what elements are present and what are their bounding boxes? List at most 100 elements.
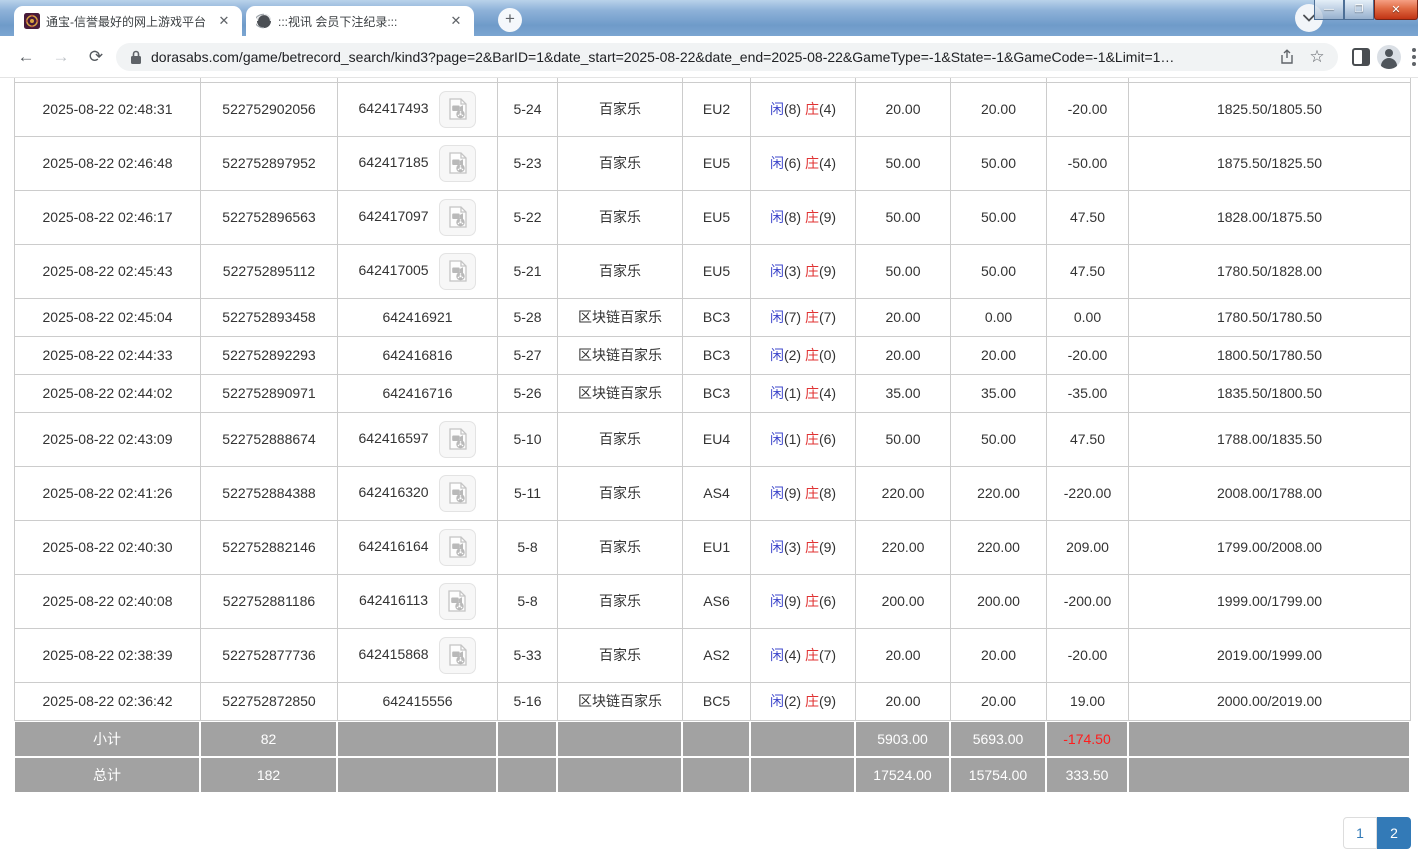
window-minimize-button[interactable]: —: [1314, 0, 1344, 20]
window-close-button[interactable]: ✕: [1374, 0, 1418, 20]
table-code-cell: AS4: [683, 466, 751, 520]
game-no-cell: 642416816: [338, 336, 498, 374]
bet-id-cell: 522752888674: [201, 412, 338, 466]
bet-time-cell: 2025-08-22 02:46:48: [15, 136, 201, 190]
balance-cell: 2019.00/1999.00: [1129, 628, 1411, 682]
bet-amount-cell[interactable]: 20.00: [856, 82, 951, 136]
total-row-cell: [337, 757, 497, 793]
bet-amount-cell[interactable]: 35.00: [856, 374, 951, 412]
bet-record-row: 2025-08-22 02:40:30522752882146642416164…: [15, 520, 1411, 574]
bet-time-cell: 2025-08-22 02:43:09: [15, 412, 201, 466]
tab-close-icon[interactable]: ✕: [448, 13, 464, 29]
back-button[interactable]: ←: [14, 45, 38, 69]
total-row-valid-sum-cell: 15754.00: [950, 757, 1046, 793]
page-button-2[interactable]: 2: [1377, 817, 1411, 849]
bet-amount-cell[interactable]: 220.00: [856, 466, 951, 520]
url-text: dorasabs.com/game/betrecord_search/kind3…: [151, 49, 1268, 65]
bet-time-cell: 2025-08-22 02:45:43: [15, 244, 201, 298]
bet-amount-cell[interactable]: 50.00: [856, 136, 951, 190]
video-file-icon: [446, 205, 470, 229]
win-loss-cell: -220.00: [1047, 466, 1129, 520]
table-no-cell: 5-24: [498, 82, 558, 136]
valid-amount-cell: 220.00: [951, 520, 1047, 574]
bet-record-row: 2025-08-22 02:46:17522752896563642417097…: [15, 190, 1411, 244]
tongbao-favicon-icon: [24, 13, 40, 29]
page-button-1[interactable]: 1: [1343, 817, 1377, 849]
bet-id-cell: 522752877736: [201, 628, 338, 682]
reload-button[interactable]: ⟳: [84, 45, 108, 69]
forward-button[interactable]: →: [49, 45, 73, 69]
video-replay-button[interactable]: [439, 475, 476, 512]
total-row: 总计18217524.0015754.00333.50: [14, 757, 1410, 793]
result-cell: 闲(3) 庄(9): [751, 520, 856, 574]
video-replay-button[interactable]: [439, 583, 476, 620]
game-name-cell: 区块链百家乐: [558, 298, 683, 336]
video-replay-button[interactable]: [439, 529, 476, 566]
bet-amount-cell[interactable]: 220.00: [856, 520, 951, 574]
bet-amount-cell[interactable]: 20.00: [856, 336, 951, 374]
table-no-cell: 5-10: [498, 412, 558, 466]
video-replay-button[interactable]: [439, 253, 476, 290]
video-file-icon: [445, 589, 469, 613]
table-no-cell: 5-23: [498, 136, 558, 190]
valid-amount-cell: 35.00: [951, 374, 1047, 412]
valid-amount-cell: 200.00: [951, 574, 1047, 628]
video-replay-button[interactable]: [439, 421, 476, 458]
balance-cell: 1828.00/1875.50: [1129, 190, 1411, 244]
total-row-cell: [557, 757, 682, 793]
bet-id-cell: 522752872850: [201, 682, 338, 720]
table-no-cell: 5-27: [498, 336, 558, 374]
table-no-cell: 5-33: [498, 628, 558, 682]
game-no-cell: 642417005: [338, 244, 498, 298]
side-panel-icon[interactable]: [1352, 48, 1370, 66]
table-code-cell: EU5: [683, 244, 751, 298]
game-no-cell: 642417185: [338, 136, 498, 190]
video-replay-button[interactable]: [439, 145, 476, 182]
game-no-cell: 642415556: [338, 682, 498, 720]
table-no-cell: 5-21: [498, 244, 558, 298]
video-replay-button[interactable]: [439, 91, 476, 128]
game-name-cell: 百家乐: [558, 574, 683, 628]
game-name-cell: 百家乐: [558, 82, 683, 136]
browser-menu-icon[interactable]: [1412, 48, 1416, 66]
tab-close-icon[interactable]: ✕: [216, 13, 232, 29]
new-tab-button[interactable]: +: [498, 8, 522, 32]
bet-amount-cell[interactable]: 20.00: [856, 298, 951, 336]
valid-amount-cell: 0.00: [951, 298, 1047, 336]
betrecord-page: 2025-08-22 02:48:31522752902056642417493…: [0, 78, 1418, 850]
bet-id-cell: 522752895112: [201, 244, 338, 298]
browser-tab-home[interactable]: 通宝-信誉最好的网上游戏平台 ✕: [14, 6, 242, 36]
table-code-cell: EU5: [683, 136, 751, 190]
bet-id-cell: 522752882146: [201, 520, 338, 574]
bet-amount-cell[interactable]: 50.00: [856, 190, 951, 244]
table-code-cell: EU1: [683, 520, 751, 574]
share-icon[interactable]: [1276, 46, 1298, 68]
bet-amount-cell[interactable]: 20.00: [856, 628, 951, 682]
win-loss-cell: 209.00: [1047, 520, 1129, 574]
game-no-cell: 642416597: [338, 412, 498, 466]
bet-amount-cell[interactable]: 50.00: [856, 412, 951, 466]
table-no-cell: 5-22: [498, 190, 558, 244]
address-bar[interactable]: dorasabs.com/game/betrecord_search/kind3…: [116, 43, 1338, 71]
window-maximize-button[interactable]: ❐: [1344, 0, 1374, 20]
video-replay-button[interactable]: [439, 637, 476, 674]
bet-amount-cell[interactable]: 50.00: [856, 244, 951, 298]
bet-amount-cell[interactable]: 200.00: [856, 574, 951, 628]
video-replay-button[interactable]: [439, 199, 476, 236]
browser-titlebar: 通宝-信誉最好的网上游戏平台 ✕ :::视讯 会员下注纪录::: ✕ + — ❐…: [0, 0, 1418, 36]
balance-cell: 2000.00/2019.00: [1129, 682, 1411, 720]
bet-id-cell: 522752902056: [201, 82, 338, 136]
bet-amount-cell[interactable]: 20.00: [856, 682, 951, 720]
browser-tab-betrecord[interactable]: :::视讯 会员下注纪录::: ✕: [246, 6, 474, 36]
tab-title: :::视讯 会员下注纪录:::: [278, 13, 442, 30]
bet-id-cell: 522752896563: [201, 190, 338, 244]
bookmark-star-icon[interactable]: ☆: [1306, 46, 1328, 68]
lock-icon: [130, 50, 142, 65]
profile-avatar-icon[interactable]: [1377, 45, 1401, 69]
valid-amount-cell: 50.00: [951, 412, 1047, 466]
video-file-icon: [446, 643, 470, 667]
valid-amount-cell: 220.00: [951, 466, 1047, 520]
total-row-cell: [682, 757, 750, 793]
subtotal-row-count-cell: 82: [200, 721, 337, 757]
win-loss-cell: 47.50: [1047, 190, 1129, 244]
